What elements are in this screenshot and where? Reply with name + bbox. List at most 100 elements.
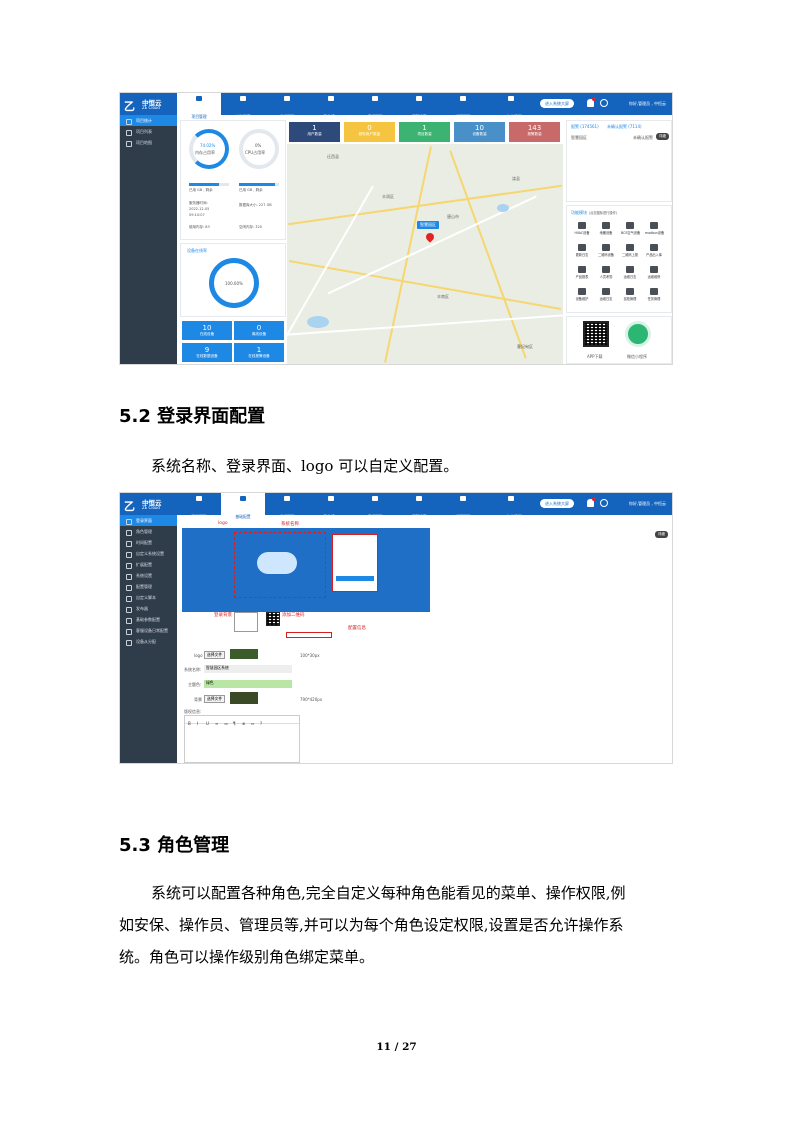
tab-project-management[interactable]: 项目管理 xyxy=(177,493,221,519)
section-5-2-heading: 5.2 登录界面配置 xyxy=(119,406,266,427)
kpi-exceed-users[interactable]: 0 超标用户数量 xyxy=(344,122,395,142)
top-navbar: 乙 中恒云 ZE Cloud 项目管理 基础配置 组织管理 硬件接入 模板管理 … xyxy=(120,493,672,519)
tab-hardware[interactable]: 硬件接入 xyxy=(309,493,353,519)
editor-tool-button[interactable]: B xyxy=(188,720,194,726)
sidebar-item[interactable]: 扩展配置 xyxy=(120,559,177,570)
tab-template[interactable]: 模板管理 xyxy=(353,493,397,519)
user-menu[interactable]: 你好,管理员 , 中恒云 xyxy=(629,499,666,508)
hardware-icon xyxy=(328,496,334,501)
bigscreen-button[interactable]: 进入系统大屏 xyxy=(540,499,574,508)
tab-alarms[interactable]: 报警 (174561) xyxy=(571,124,599,130)
bell-icon xyxy=(416,496,422,501)
function-module-item[interactable]: 巡检管理 xyxy=(621,288,639,301)
sidebar-item[interactable]: 自定义脚本 xyxy=(120,592,177,603)
tab-org-management[interactable]: 组织管理 xyxy=(265,93,309,119)
globe-icon[interactable] xyxy=(600,499,608,507)
function-module-item[interactable]: 运维日志 xyxy=(621,266,639,279)
system-name-input[interactable]: 智慧园区系统 xyxy=(204,665,292,673)
module-label: 运维日志 xyxy=(599,297,613,301)
card-online-devices[interactable]: 10 在线设备 xyxy=(182,321,232,340)
function-module-item[interactable]: 任务管理 xyxy=(645,288,663,301)
function-module-item[interactable]: 产品出入库 xyxy=(645,244,663,257)
editor-tool-button[interactable]: ⇔ xyxy=(251,720,257,726)
function-module-item[interactable]: 更新日志 xyxy=(573,244,591,257)
server-stats-panel: 74.02% 内存占用率 0% CPU占用率 已用 GB , 剩余 已用 GB … xyxy=(180,120,286,240)
function-module-item[interactable]: 人员考勤 xyxy=(597,266,615,279)
share-icon xyxy=(196,496,202,501)
sidebar-item[interactable]: 角色管理 xyxy=(120,526,177,537)
function-module-item[interactable]: HVAC设备 xyxy=(573,222,591,235)
tab-template[interactable]: 模板管理 xyxy=(353,93,397,119)
login-preview xyxy=(182,520,430,612)
flag-icon xyxy=(508,496,514,501)
editor-tool-button[interactable]: ? xyxy=(260,720,266,726)
editor-tool-button[interactable]: ≔ xyxy=(224,720,230,726)
theme-color-input[interactable]: 绿色 xyxy=(204,680,292,688)
user-menu[interactable]: 你好,管理员 , 中恒云 xyxy=(629,99,666,108)
function-module-item[interactable]: 设备维护 xyxy=(573,288,591,301)
card-data-devices[interactable]: 9 在线数据设备 xyxy=(182,343,232,362)
card-offline-devices[interactable]: 0 离线设备 xyxy=(234,321,284,340)
tab-hardware[interactable]: 硬件接入 xyxy=(309,93,353,119)
screenshot-project-dashboard: 乙 中恒云 ZE Cloud 项目管理 基础配置 组织管理 硬件接入 模板管理 … xyxy=(119,92,673,365)
bell-icon xyxy=(416,96,422,101)
disk-bar xyxy=(239,183,279,186)
card-alarm-devices[interactable]: 1 在线报警设备 xyxy=(234,343,284,362)
sidebar-item[interactable]: 发布器 xyxy=(120,603,177,614)
details-badge[interactable]: 详细 xyxy=(654,531,668,538)
editor-tool-button[interactable]: ≡ xyxy=(215,720,221,726)
sidebar-item-project-map[interactable]: 项目地图 xyxy=(120,137,177,148)
qr-panel: APP下载 微信小程序 xyxy=(566,316,672,364)
function-module-item[interactable]: modbus设备 xyxy=(645,222,664,235)
sidebar-item[interactable]: 自定义系统设置 xyxy=(120,548,177,559)
tab-project-management[interactable]: 项目管理 xyxy=(177,93,221,119)
editor-tool-button[interactable]: U xyxy=(206,720,212,726)
sidebar-item[interactable]: 基础参数配置 xyxy=(120,614,177,625)
tab-basic-config[interactable]: 基础配置 xyxy=(221,93,265,119)
kpi-projects[interactable]: 1 项目数量 xyxy=(399,122,450,142)
bg-file-button[interactable]: 选择文件 xyxy=(204,695,226,703)
details-badge[interactable]: 详细 xyxy=(655,133,669,140)
memory-gauge xyxy=(189,129,229,169)
sidebar: 登录界面 角色管理 时间配置 自定义系统设置 扩展配置 系统设置 配置管理 自定义脚本 发布器基… xyxy=(120,515,177,763)
kpi-devices[interactable]: 10 设备数量 xyxy=(454,122,505,142)
project-map[interactable]: 唐山市 滦县 丰南区 丰润区 迁西县 曹妃甸区 智慧园区 xyxy=(287,144,563,364)
editor-tool-button[interactable]: ⊕ xyxy=(242,720,248,726)
kpi-alarms[interactable]: 143 报警数量 xyxy=(509,122,560,142)
module-icon xyxy=(650,244,658,251)
function-module-item[interactable]: 地暖设备 xyxy=(597,222,615,235)
globe-icon[interactable] xyxy=(600,99,608,107)
sidebar-item[interactable]: 时间配置 xyxy=(120,537,177,548)
module-label: 产品出入库 xyxy=(646,253,662,257)
bigscreen-button[interactable]: 进入系统大屏 xyxy=(540,99,574,108)
tab-org-management[interactable]: 组织管理 xyxy=(265,493,309,519)
logo-file-button[interactable]: 选择文件 xyxy=(204,651,226,659)
sidebar-item[interactable]: 配置管理 xyxy=(120,581,177,592)
map-pin-icon[interactable] xyxy=(424,231,436,243)
tab-alarm[interactable]: 报警设置 xyxy=(397,93,441,119)
tab-alarm[interactable]: 报警设置 xyxy=(397,493,441,519)
sidebar-item-project-list[interactable]: 项目列表 xyxy=(120,126,177,137)
sidebar-item[interactable]: 设备从分配 xyxy=(120,636,177,647)
function-module-item[interactable]: 运维日志 xyxy=(597,288,615,301)
tab-basic-config[interactable]: 基础配置 xyxy=(221,493,265,519)
editor-tool-button[interactable]: ¶ xyxy=(233,720,239,726)
map-project-badge[interactable]: 智慧园区 xyxy=(417,221,439,229)
function-module-item[interactable]: 二维码上报 xyxy=(621,244,639,257)
module-icon xyxy=(626,266,634,273)
function-module-item[interactable]: 运维维修 xyxy=(645,266,663,279)
function-module-item[interactable]: 二维码设备 xyxy=(597,244,615,257)
sidebar-item[interactable]: 客服设备日常配置 xyxy=(120,625,177,636)
function-module-item[interactable]: BCS空气设备 xyxy=(621,222,640,235)
memory-label: 内存占用率 xyxy=(195,150,215,155)
editor-tool-button[interactable]: I xyxy=(197,720,203,726)
sidebar-item[interactable]: 登录界面 xyxy=(120,515,177,526)
tab-moving[interactable]: 搬家管理 xyxy=(441,93,485,119)
sidebar-item-project-stats[interactable]: 项目统计 xyxy=(120,115,177,126)
function-module-item[interactable]: 产品报表 xyxy=(573,266,591,279)
rich-text-editor[interactable]: B I U ≡ ≔ ¶ ⊕ ⇔? xyxy=(184,715,300,763)
tab-moving[interactable]: 搬家管理 xyxy=(441,493,485,519)
kpi-users[interactable]: 1 用户数量 xyxy=(289,122,340,142)
sidebar-item[interactable]: 系统设置 xyxy=(120,570,177,581)
tab-unconfirmed-alarms[interactable]: 未确认报警 (7114) xyxy=(607,124,642,130)
